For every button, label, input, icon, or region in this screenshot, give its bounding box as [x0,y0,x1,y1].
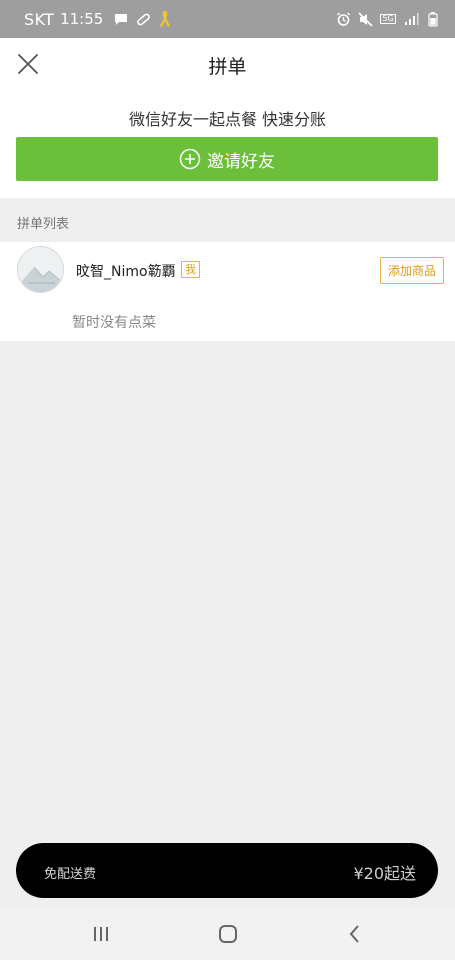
back-icon [349,925,359,943]
network-type-label: 5G [380,14,396,24]
me-badge: 我 [181,261,200,278]
clock: 11:55 [60,10,104,28]
plus-circle-icon [179,148,201,170]
signal-icon [403,11,419,27]
invite-button-label: 邀请好友 [207,151,275,172]
recent-apps-button[interactable] [88,922,114,946]
ribbon-icon [157,11,173,27]
invite-friends-button[interactable]: 邀请好友 [16,137,438,181]
add-items-button[interactable]: 添加商品 [380,257,444,284]
chat-bubble-icon [113,11,129,27]
free-delivery-label: 免配送费 [44,867,97,882]
page-title: 拼单 [208,56,247,78]
back-button[interactable] [342,922,368,946]
list-item: 旼智_Nimo簕覇 我 添加商品 暂时没有点菜 [0,242,455,341]
home-icon [219,925,237,943]
carrier-label: SKT [24,9,55,29]
status-bar: SKT 11:55 5G [0,0,455,38]
bandage-icon [135,11,151,27]
battery-icon [425,11,441,27]
alarm-icon [335,11,351,27]
invite-description: 微信好友一起点餐 快速分账 [128,110,327,129]
member-name: 旼智_Nimo簕覇 [76,264,176,280]
app-header: 拼单 [0,38,455,90]
order-list-header: 拼单列表 [0,198,455,242]
recent-apps-icon [94,927,108,941]
home-button[interactable] [215,922,241,946]
order-list-title: 拼单列表 [17,217,70,232]
system-nav-bar [0,908,455,960]
avatar [17,246,64,293]
checkout-bar[interactable]: 免配送费 ¥20起送 [16,843,438,898]
invite-section: 微信好友一起点餐 快速分账 邀请好友 [0,90,455,198]
minimum-order-label: ¥20起送 [353,864,416,883]
5g-icon: 5G [379,11,397,27]
mute-icon [357,11,373,27]
empty-order-text: 暂时没有点菜 [72,315,156,331]
